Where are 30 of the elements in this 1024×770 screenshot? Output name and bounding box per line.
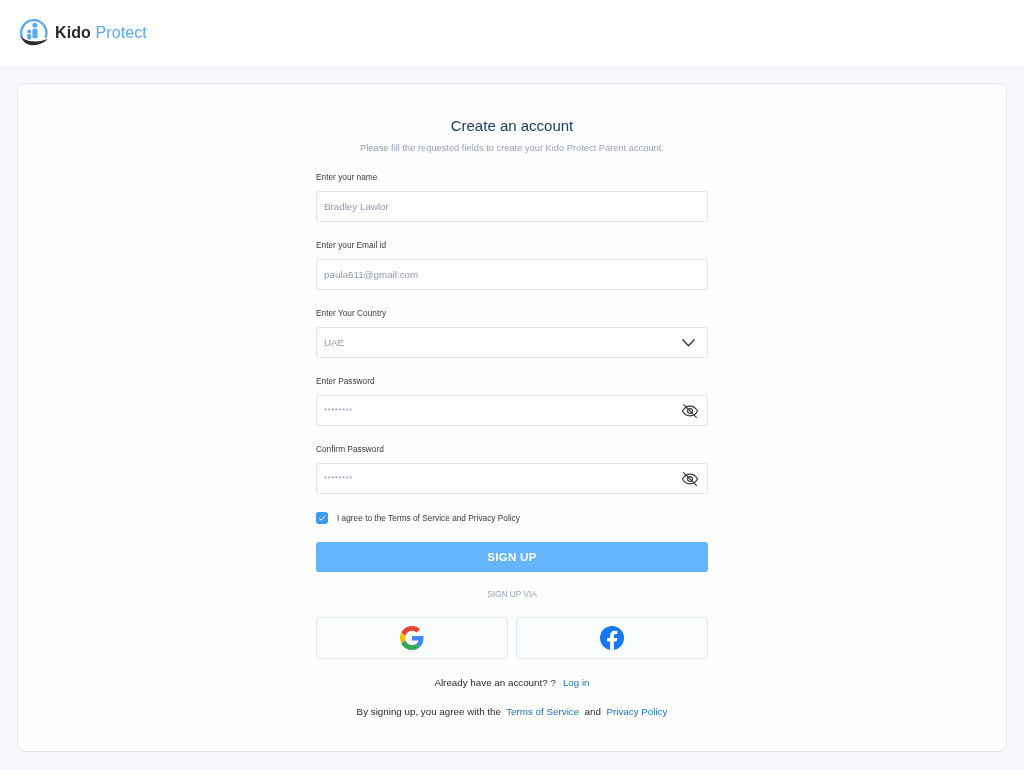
sign-up-button[interactable]: SIGN UP	[316, 542, 708, 572]
password-field[interactable]: ********	[316, 395, 708, 426]
sign-up-via-caption: SIGN UP VIA	[487, 589, 537, 600]
form-subtitle: Please fill the requested fields to create your Kido Protect Parent account.	[360, 142, 664, 154]
facebook-icon	[600, 626, 624, 650]
logo-icon	[18, 17, 49, 48]
field-label: Confirm Password	[316, 443, 384, 455]
agreement-label: I agree to the Terms of Service and Privacy Policy	[337, 513, 520, 523]
eye-slash-icon[interactable]	[681, 401, 699, 420]
chevron-down-icon	[682, 338, 695, 347]
google-icon	[400, 626, 424, 650]
dropdown-field[interactable]: UAE	[316, 327, 708, 358]
input-field[interactable]: Bradley Lawlor	[316, 191, 708, 222]
social-login-button[interactable]	[316, 617, 508, 659]
field-label: Enter your Email id	[316, 239, 387, 251]
eye-slash-icon[interactable]	[681, 469, 699, 488]
log-in-link[interactable]: Log in	[562, 677, 590, 688]
social-login-button[interactable]	[516, 617, 708, 659]
checkbox[interactable]	[316, 512, 328, 524]
legal-notice: By signing up, you agree with the Terms of Service and Privacy Policy	[356, 706, 668, 718]
terms-link[interactable]: Terms of Service	[506, 706, 580, 717]
field-label: Enter your name	[316, 171, 378, 183]
brand-name: Kido Protect	[55, 23, 147, 42]
form-title: Create an account	[450, 117, 574, 135]
field-label: Enter Your Country	[316, 307, 387, 319]
field-label: Enter Password	[316, 375, 375, 387]
input-field[interactable]: paula611@gmail.com	[316, 259, 708, 290]
login-prompt: Already have an account? ? Log in	[434, 677, 590, 689]
privacy-link[interactable]: Privacy Policy	[606, 706, 668, 717]
password-field[interactable]: ********	[316, 463, 708, 494]
